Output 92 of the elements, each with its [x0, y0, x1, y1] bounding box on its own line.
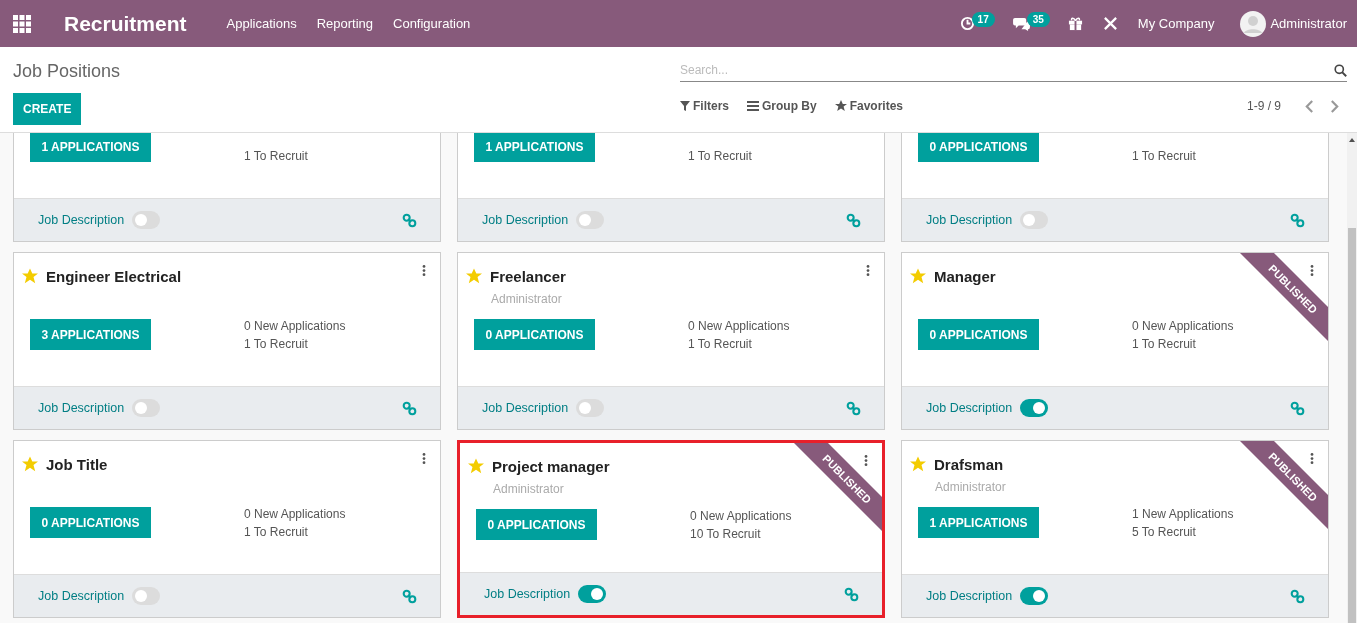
- new-applications-link[interactable]: 0 New Applications: [244, 507, 346, 521]
- new-applications-link[interactable]: 0 New Applications: [1132, 319, 1234, 333]
- link-icon[interactable]: [402, 588, 417, 604]
- activity-count-badge: 17: [971, 12, 995, 27]
- link-icon[interactable]: [402, 400, 417, 416]
- to-recruit-text: 1 To Recruit: [244, 337, 309, 351]
- filters-button[interactable]: Filters: [680, 99, 729, 113]
- link-icon[interactable]: [844, 586, 859, 602]
- previous-page-icon[interactable]: [1305, 99, 1314, 113]
- job-card[interactable]: Freelancer Administrator 0 APPLICATIONS 0 New Applications 1 To Recruit Job Description: [457, 252, 885, 430]
- job-description-label: Job Description: [926, 213, 1013, 227]
- toggle-switch[interactable]: [1020, 211, 1049, 229]
- toggle-switch[interactable]: [578, 585, 607, 603]
- recruiter-name: Administrator: [491, 292, 562, 306]
- link-icon[interactable]: [402, 212, 417, 228]
- job-title: Job Title: [46, 455, 109, 473]
- next-page-icon[interactable]: [1330, 99, 1339, 113]
- pager-value: 1-9 / 9: [1246, 99, 1281, 113]
- job-card[interactable]: Engineer Electrical 3 APPLICATIONS 0 New Applications 1 To Recruit Job Description: [13, 252, 441, 430]
- user-menu[interactable]: Administrator: [1270, 16, 1347, 31]
- toggle-switch[interactable]: [576, 399, 605, 417]
- job-description-label: Job Description: [38, 589, 125, 603]
- star-icon[interactable]: [466, 268, 482, 284]
- apps-menu-icon[interactable]: [13, 14, 31, 33]
- company-switcher[interactable]: My Company: [1137, 16, 1215, 31]
- app-title: Recruitment: [64, 11, 187, 36]
- toggle-switch[interactable]: [132, 399, 161, 417]
- menu-item[interactable]: Configuration: [393, 16, 471, 31]
- to-recruit-text: 1 To Recruit: [1132, 149, 1196, 163]
- job-description-label: Job Description: [482, 213, 569, 227]
- new-applications-link[interactable]: 0 New Applications: [688, 319, 790, 333]
- job-title: Engineer Electrical: [46, 267, 183, 285]
- link-icon[interactable]: [846, 212, 861, 228]
- toggle-switch[interactable]: [1020, 587, 1049, 605]
- group-by-button[interactable]: Group By: [747, 99, 817, 113]
- job-description-label: Job Description: [38, 213, 125, 227]
- kebab-menu-icon[interactable]: [422, 453, 426, 464]
- gift-icon[interactable]: [1067, 16, 1083, 31]
- job-card[interactable]: 0 APPLICATIONS 1 To Recruit Job Description: [901, 133, 1329, 242]
- star-icon[interactable]: [468, 458, 484, 474]
- job-description-label: Job Description: [38, 401, 125, 415]
- scrollbar[interactable]: [1347, 133, 1357, 623]
- to-recruit-text: 1 To Recruit: [688, 149, 752, 163]
- favorites-button[interactable]: Favorites: [834, 99, 904, 113]
- link-icon[interactable]: [846, 400, 861, 416]
- menu-lines-icon: [747, 101, 759, 111]
- link-icon[interactable]: [1290, 588, 1305, 604]
- kebab-menu-icon[interactable]: [1310, 265, 1314, 276]
- job-description-label: Job Description: [926, 589, 1013, 603]
- job-card[interactable]: 1 APPLICATIONS 1 To Recruit Job Description: [457, 133, 885, 242]
- new-applications-link[interactable]: 1 New Applications: [1132, 507, 1234, 521]
- breadcrumb: Job Positions: [13, 61, 121, 82]
- new-applications-link[interactable]: 0 New Applications: [244, 319, 346, 333]
- to-recruit-text: 1 To Recruit: [244, 149, 308, 163]
- toggle-switch[interactable]: [1020, 399, 1049, 417]
- link-icon[interactable]: [1290, 212, 1305, 228]
- toggle-switch[interactable]: [132, 587, 161, 605]
- to-recruit-text: 1 To Recruit: [1132, 337, 1197, 351]
- job-title: Freelancer: [490, 267, 567, 285]
- chat-icon[interactable]: [1012, 16, 1030, 31]
- search-field[interactable]: Search...: [680, 63, 1334, 77]
- recruiter-name: Administrator: [493, 482, 564, 496]
- search-icon[interactable]: [1334, 63, 1347, 77]
- kebab-menu-icon[interactable]: [1310, 453, 1314, 464]
- link-icon[interactable]: [1290, 400, 1305, 416]
- job-description-label: Job Description: [926, 401, 1013, 415]
- star-icon[interactable]: [22, 456, 38, 472]
- job-description-label: Job Description: [484, 587, 571, 601]
- menu-item[interactable]: Reporting: [316, 16, 373, 31]
- kebab-menu-icon[interactable]: [864, 455, 868, 466]
- to-recruit-text: 1 To Recruit: [244, 525, 309, 539]
- job-card[interactable]: Job Title 0 APPLICATIONS 0 New Applications 1 To Recruit Job Description: [13, 440, 441, 618]
- star-icon[interactable]: [22, 268, 38, 284]
- new-applications-link[interactable]: 0 New Applications: [690, 509, 792, 523]
- clock-icon[interactable]: [959, 16, 975, 31]
- message-count-badge: 35: [1026, 12, 1050, 27]
- kebab-menu-icon[interactable]: [866, 265, 870, 276]
- toggle-switch[interactable]: [132, 211, 161, 229]
- recruiter-name: Administrator: [935, 480, 1006, 494]
- job-description-label: Job Description: [482, 401, 569, 415]
- menu-item[interactable]: Applications: [226, 16, 297, 31]
- job-card[interactable]: 1 APPLICATIONS 1 To Recruit Job Description: [13, 133, 441, 242]
- filter-icon: [680, 101, 690, 111]
- avatar-icon[interactable]: [1240, 10, 1267, 37]
- star-icon[interactable]: [910, 268, 926, 284]
- to-recruit-text: 1 To Recruit: [688, 337, 753, 351]
- star-icon: [834, 100, 847, 112]
- kebab-menu-icon[interactable]: [422, 265, 426, 276]
- star-icon[interactable]: [910, 456, 926, 472]
- to-recruit-text: 10 To Recruit: [690, 527, 762, 541]
- to-recruit-text: 5 To Recruit: [1132, 525, 1197, 539]
- toggle-switch[interactable]: [576, 211, 605, 229]
